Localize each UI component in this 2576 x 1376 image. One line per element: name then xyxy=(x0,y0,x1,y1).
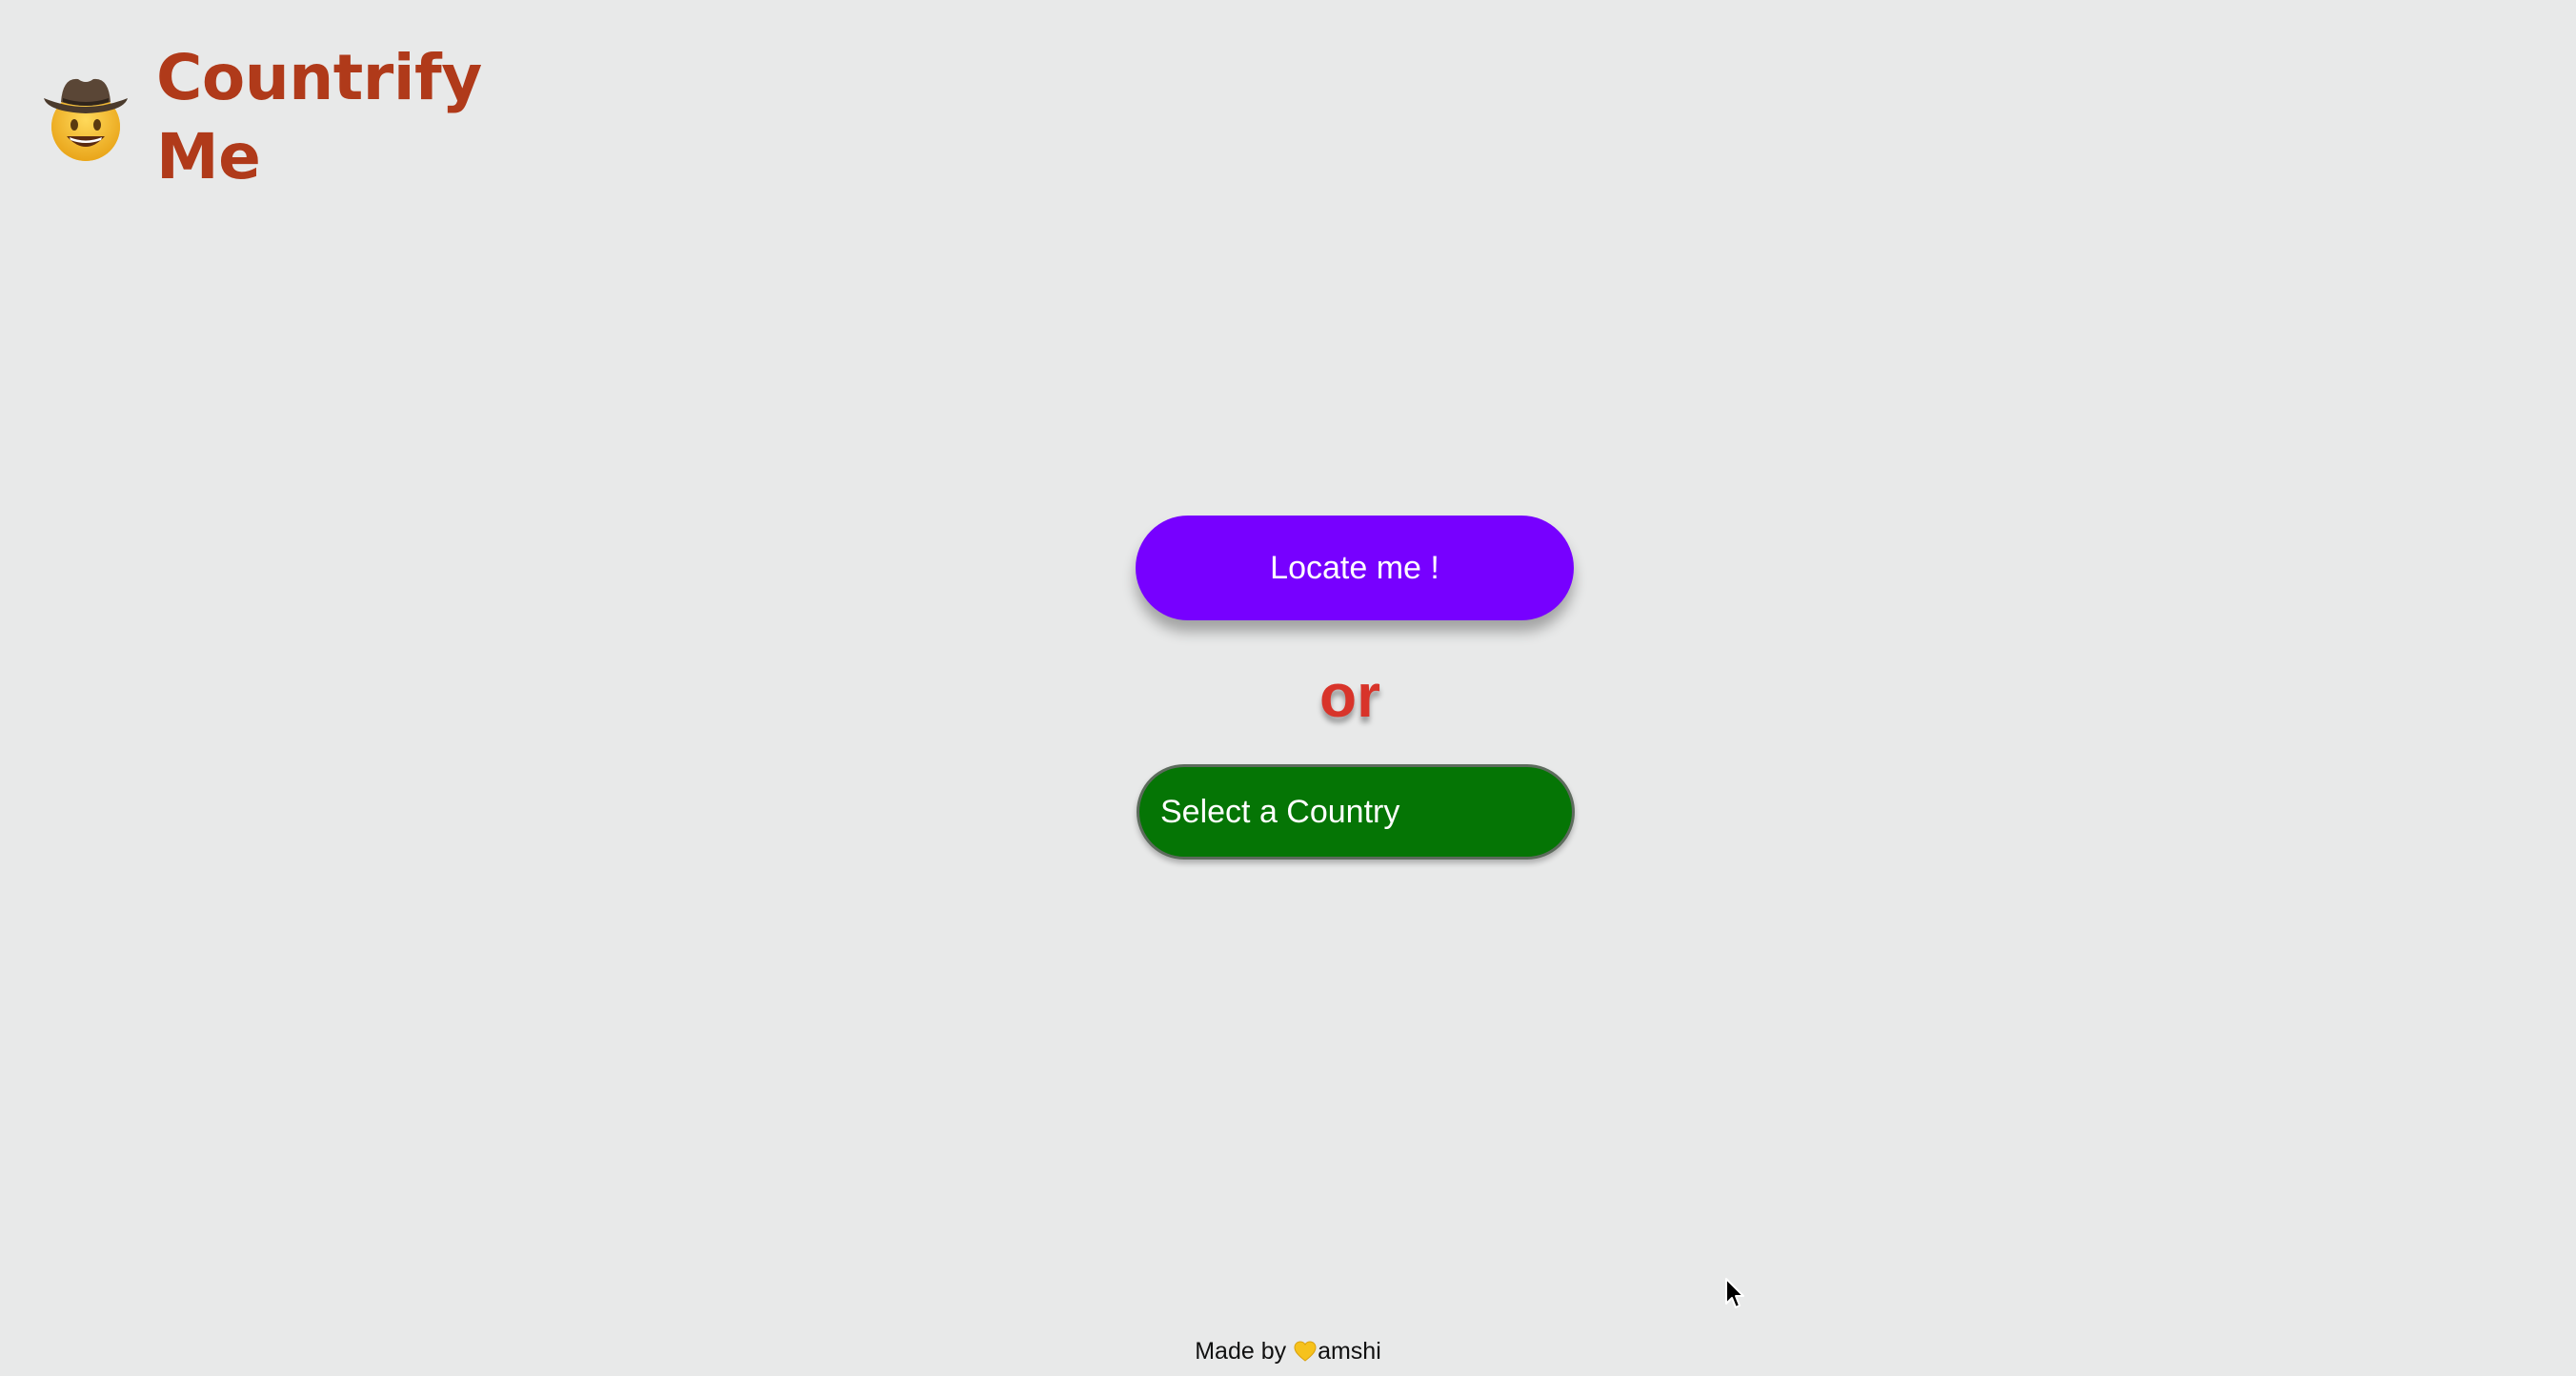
app-title: Countrify Me xyxy=(156,38,482,196)
footer-prefix: Made by xyxy=(1195,1338,1294,1365)
app-logo: Countrify Me xyxy=(38,38,482,196)
locate-me-button[interactable]: Locate me ! xyxy=(1136,516,1574,620)
mouse-pointer-icon xyxy=(1724,1277,1747,1311)
yellow-heart-icon xyxy=(1294,1337,1317,1362)
select-country-button[interactable]: Select a Country xyxy=(1137,764,1575,860)
cowboy-emoji-icon xyxy=(38,65,133,170)
app-title-line1: Countrify xyxy=(156,41,482,114)
or-separator: or xyxy=(1319,661,1380,730)
footer: Made by amshi xyxy=(0,1334,2576,1368)
footer-suffix: amshi xyxy=(1318,1338,1381,1365)
app-title-line2: Me xyxy=(156,120,261,193)
